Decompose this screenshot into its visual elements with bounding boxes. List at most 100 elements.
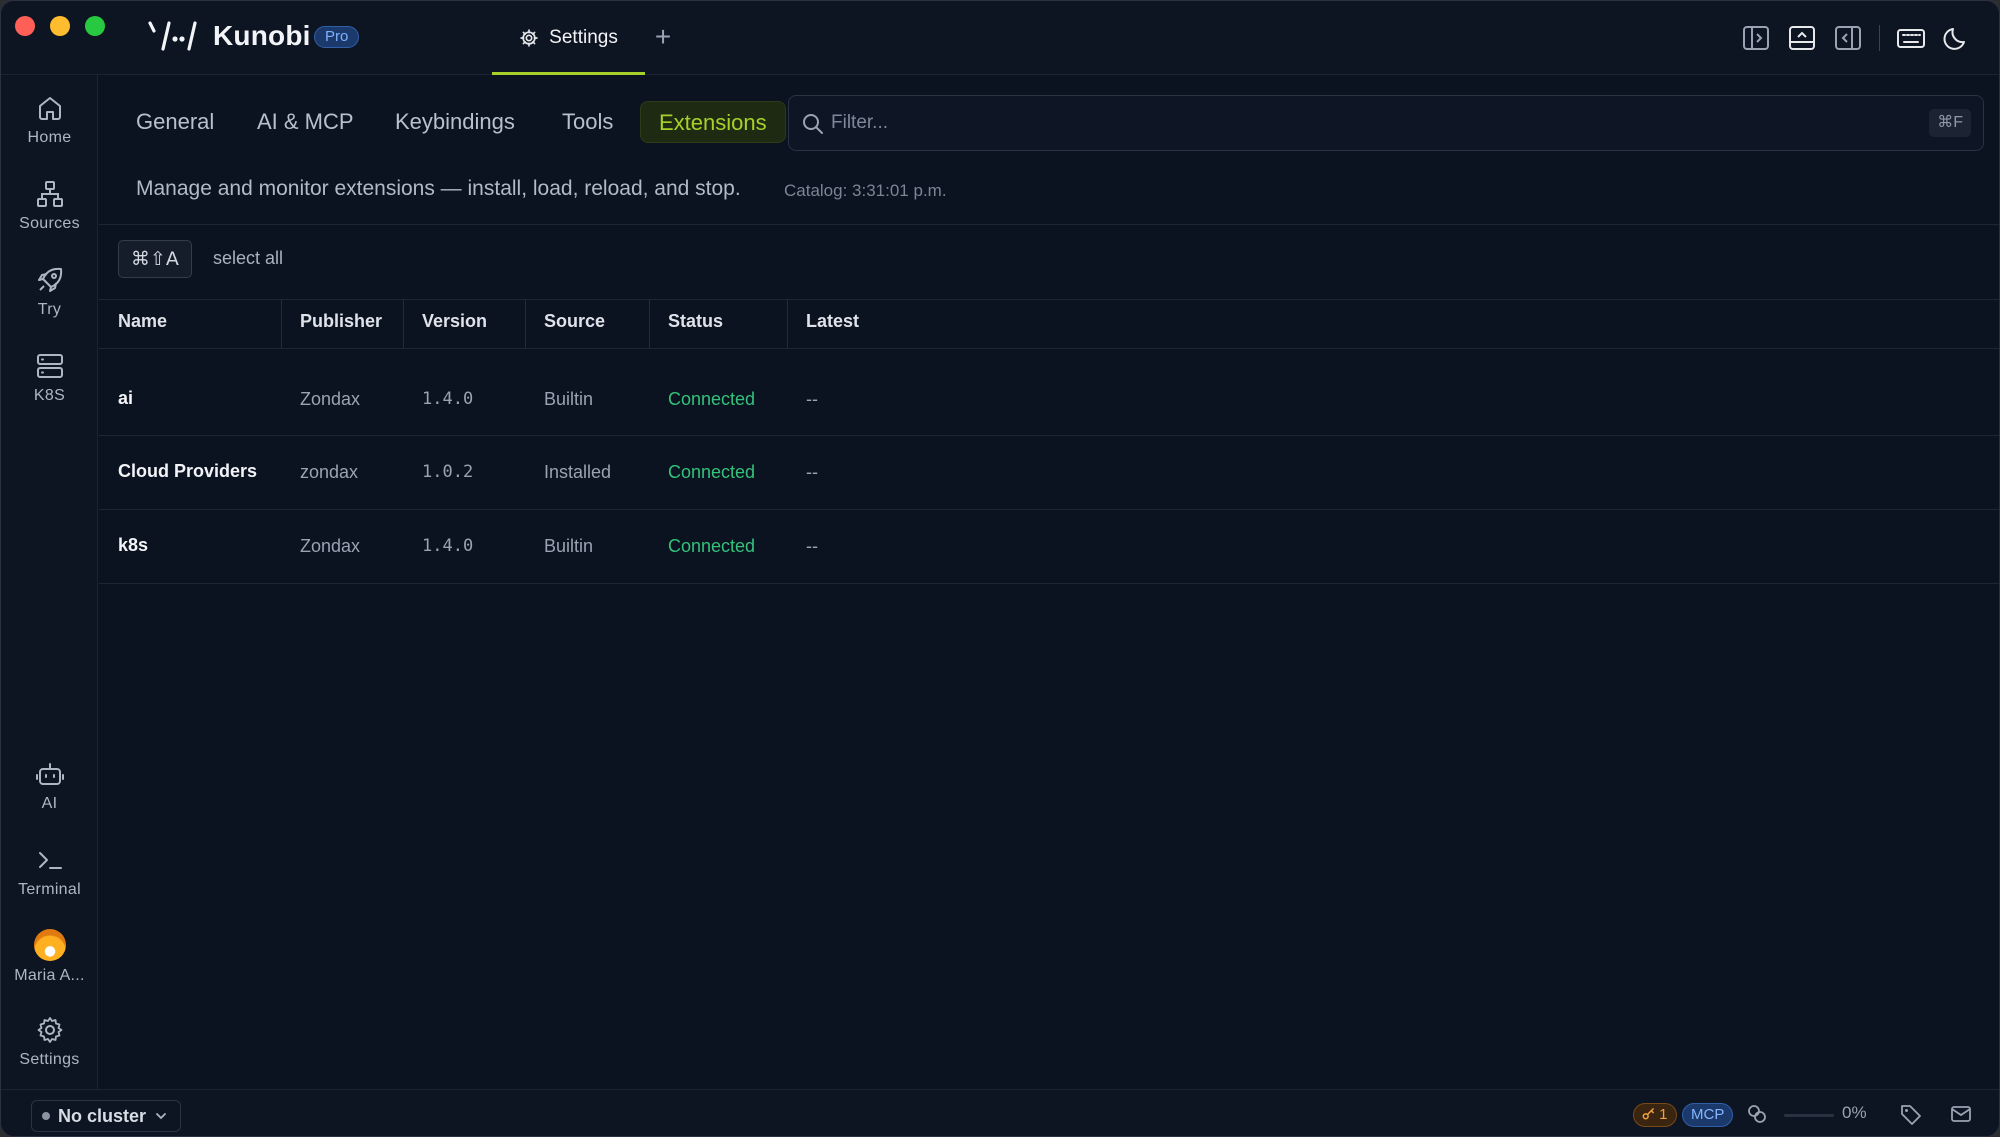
- column-divider: [403, 299, 404, 348]
- progress-percent: 0%: [1842, 1103, 1867, 1122]
- divider: [99, 299, 1999, 300]
- column-divider: [787, 299, 788, 348]
- extension-latest: --: [806, 462, 818, 482]
- extension-version: 1.4.0: [422, 536, 474, 556]
- page-description: Manage and monitor extensions — install,…: [136, 177, 741, 200]
- key-badge-count: 1: [1659, 1106, 1668, 1123]
- home-icon: [38, 97, 61, 120]
- extension-latest: --: [806, 536, 818, 556]
- divider: [99, 224, 1999, 225]
- select-all-label[interactable]: select all: [213, 248, 283, 269]
- extension-name: k8s: [118, 535, 149, 555]
- close-window-button[interactable]: [15, 16, 35, 36]
- mail-icon[interactable]: [1949, 1102, 1973, 1126]
- gear-icon: [520, 29, 538, 47]
- tab-general[interactable]: General: [136, 101, 214, 143]
- toggle-left-panel-icon[interactable]: [1741, 23, 1771, 53]
- divider: [99, 435, 1999, 436]
- server-icon: [36, 354, 63, 378]
- avatar: [33, 929, 66, 961]
- moon-icon[interactable]: [1942, 23, 1972, 53]
- key-badge[interactable]: 1: [1633, 1103, 1677, 1127]
- filter-input[interactable]: Filter... ⌘F: [788, 95, 1984, 151]
- tab-settings-label: Settings: [549, 27, 618, 48]
- sync-link-icon[interactable]: [1746, 1103, 1768, 1125]
- robot-icon: [35, 763, 64, 785]
- column-header-version[interactable]: Version: [422, 311, 487, 332]
- sidebar-item-home[interactable]: Home: [1, 93, 98, 147]
- maximize-window-button[interactable]: [85, 16, 105, 36]
- sidebar-item-try[interactable]: Try: [1, 265, 98, 319]
- toggle-bottom-panel-icon[interactable]: [1787, 23, 1817, 53]
- column-header-publisher[interactable]: Publisher: [300, 311, 382, 332]
- sidebar-item-label: Sources: [19, 215, 80, 232]
- terminal-icon: [38, 852, 62, 869]
- tag-icon[interactable]: [1899, 1102, 1923, 1126]
- keyboard-icon[interactable]: [1896, 23, 1926, 53]
- select-all-shortcut[interactable]: ⌘⇧A: [118, 240, 192, 278]
- extension-status: Connected: [668, 389, 756, 409]
- extension-publisher: Zondax: [300, 389, 361, 409]
- sidebar: Home Sources Try K8S AI Terminal Maria A…: [1, 75, 98, 1089]
- sidebar-item-terminal[interactable]: Terminal: [1, 845, 98, 899]
- filter-shortcut: ⌘F: [1929, 109, 1971, 137]
- pro-badge: Pro: [314, 26, 360, 48]
- extension-version: 1.0.2: [422, 462, 474, 482]
- chevron-down-icon: [156, 1113, 166, 1120]
- sidebar-item-profile[interactable]: Maria A...: [1, 929, 98, 985]
- kunobi-logo-icon: [148, 21, 197, 51]
- tab-keybindings[interactable]: Keybindings: [395, 101, 515, 143]
- key-icon: [1642, 1108, 1654, 1120]
- tab-extensions[interactable]: Extensions: [640, 101, 786, 143]
- sidebar-item-k8s[interactable]: K8S: [1, 351, 98, 405]
- rocket-icon: [37, 267, 62, 292]
- mcp-badge[interactable]: MCP: [1682, 1103, 1734, 1127]
- extension-status: Connected: [668, 462, 756, 482]
- extension-name: ai: [118, 388, 134, 408]
- add-tab-button[interactable]: +: [649, 19, 677, 55]
- catalog-timestamp: Catalog: 3:31:01 p.m.: [784, 181, 947, 200]
- cluster-label: No cluster: [58, 1105, 147, 1126]
- extension-publisher: Zondax: [300, 536, 361, 556]
- toggle-right-panel-icon[interactable]: [1833, 23, 1863, 53]
- extension-source: Installed: [544, 462, 612, 482]
- column-header-name[interactable]: Name: [118, 311, 167, 332]
- extension-publisher: zondax: [300, 462, 359, 482]
- app-window: Kunobi Pro Settings + Home Sources Try K…: [0, 0, 2000, 1137]
- tab-ai-mcp[interactable]: AI & MCP: [257, 101, 354, 143]
- extension-latest: --: [806, 389, 818, 409]
- extension-name: Cloud Providers: [118, 461, 258, 481]
- divider: [99, 348, 1999, 349]
- column-divider: [525, 299, 526, 348]
- sources-icon: [36, 181, 63, 207]
- search-icon: [803, 114, 823, 134]
- sidebar-item-label: AI: [41, 795, 58, 812]
- tab-tools[interactable]: Tools: [562, 101, 613, 143]
- cluster-selector[interactable]: No cluster: [31, 1100, 182, 1132]
- minimize-window-button[interactable]: [50, 16, 70, 36]
- title-bar: Kunobi Pro Settings +: [1, 1, 1999, 75]
- column-header-source[interactable]: Source: [544, 311, 605, 332]
- status-bar: No cluster 1 MCP 0%: [1, 1089, 1999, 1136]
- sidebar-item-label: Try: [37, 301, 62, 318]
- toolbar-divider: [1879, 25, 1880, 51]
- sidebar-item-ai[interactable]: AI: [1, 759, 98, 813]
- sidebar-item-sources[interactable]: Sources: [1, 179, 98, 233]
- divider: [99, 509, 1999, 510]
- column-header-latest[interactable]: Latest: [806, 311, 859, 332]
- filter-placeholder: Filter...: [831, 112, 889, 133]
- app-name: Kunobi: [213, 20, 311, 51]
- extension-source: Builtin: [544, 389, 594, 409]
- sidebar-item-label: Maria A...: [14, 967, 85, 984]
- tab-settings[interactable]: Settings: [492, 1, 645, 75]
- extension-status: Connected: [668, 536, 756, 556]
- column-header-status[interactable]: Status: [668, 311, 723, 332]
- cluster-status-dot: [42, 1112, 50, 1120]
- sidebar-item-label: Settings: [19, 1051, 80, 1068]
- settings-panel: General AI & MCP Keybindings Tools Exten…: [99, 75, 1999, 1089]
- sidebar-item-label: Terminal: [18, 881, 81, 898]
- divider: [99, 583, 1999, 584]
- column-divider: [281, 299, 282, 348]
- sidebar-item-settings[interactable]: Settings: [1, 1015, 98, 1069]
- sidebar-item-label: K8S: [33, 387, 66, 404]
